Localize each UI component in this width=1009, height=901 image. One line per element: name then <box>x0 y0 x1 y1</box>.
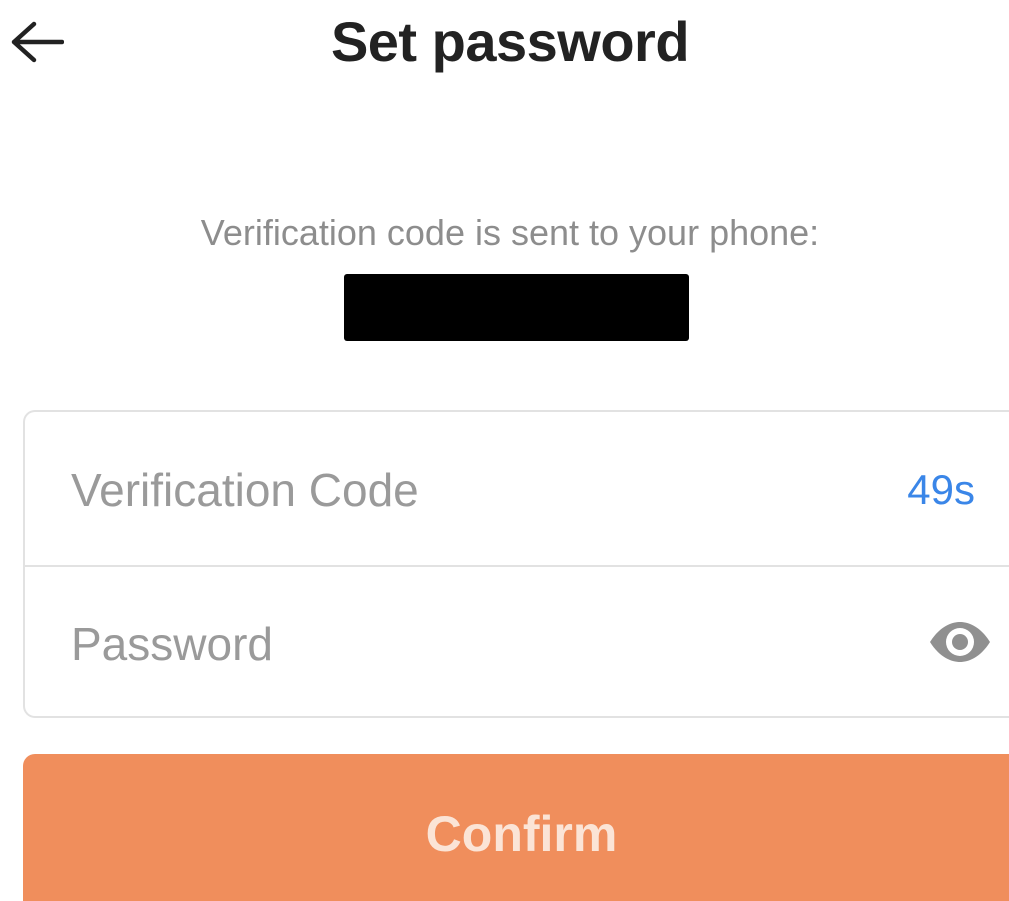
verification-code-row: 49s <box>25 412 1009 566</box>
show-password-toggle[interactable] <box>925 612 995 672</box>
confirm-button[interactable]: Confirm <box>23 754 1009 901</box>
password-form-card: 49s <box>23 410 1009 718</box>
resend-countdown[interactable]: 49s <box>907 464 975 516</box>
redacted-phone-number <box>344 274 689 341</box>
verification-sent-message: Verification code is sent to your phone: <box>200 212 820 253</box>
page-title: Set password <box>330 10 690 73</box>
set-password-screen: Set password Verification code is sent t… <box>0 0 1009 901</box>
verification-code-input[interactable] <box>71 462 851 518</box>
confirm-button-label: Confirm <box>425 806 618 862</box>
eye-icon <box>930 622 990 662</box>
password-input[interactable] <box>71 616 851 672</box>
password-row <box>25 566 1009 720</box>
